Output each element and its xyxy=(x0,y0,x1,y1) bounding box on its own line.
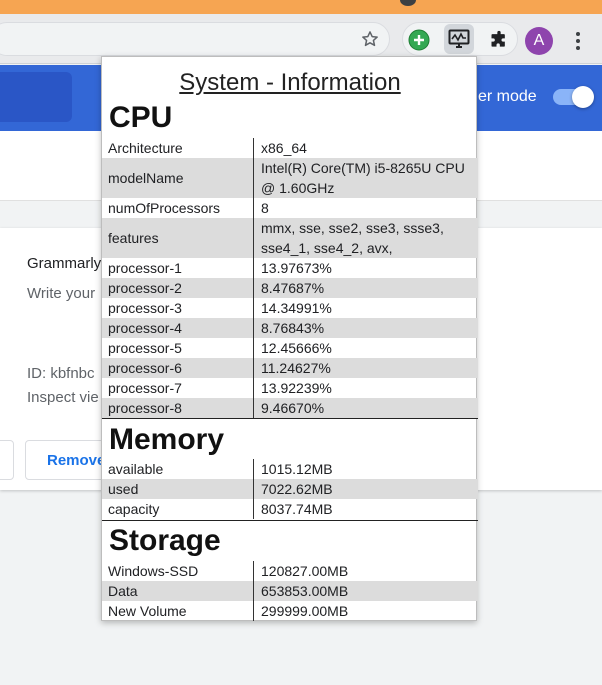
row-key: Windows-SSD xyxy=(102,561,254,581)
table-row: processor-8 9.46670% xyxy=(102,398,478,418)
extension-description: Write your xyxy=(27,285,96,302)
row-value: 299999.00MB xyxy=(261,603,349,619)
bookmark-star-icon[interactable] xyxy=(358,27,382,51)
row-value: 8 xyxy=(261,200,269,216)
row-key: New Volume xyxy=(102,601,254,621)
row-value: x86_64 xyxy=(261,140,307,156)
storage-heading: Storage xyxy=(109,524,221,557)
row-value: 13.92239% xyxy=(261,380,332,396)
table-row: processor-2 8.47687% xyxy=(102,278,478,298)
row-value: mmx, sse, sse2, sse3, ssse3, sse4_1, sse… xyxy=(261,220,444,256)
table-row: processor-7 13.92239% xyxy=(102,378,478,398)
inspect-views[interactable]: Inspect vie xyxy=(27,389,99,406)
system-info-popup: System - Information CPU Architecture x86… xyxy=(101,56,478,621)
row-value: 120827.00MB xyxy=(261,563,349,579)
row-key: capacity xyxy=(102,499,254,519)
memory-table: available 1015.12MB used 7022.62MB capacit… xyxy=(102,459,478,519)
table-row: features mmx, sse, sse2, sse3, ssse3, sse… xyxy=(102,218,478,258)
browser-menu-icon[interactable] xyxy=(568,28,588,54)
row-key: processor-5 xyxy=(102,338,254,358)
row-key: processor-6 xyxy=(102,358,254,378)
developer-mode-label: er mode xyxy=(478,88,537,105)
table-row: processor-1 13.97673% xyxy=(102,258,478,278)
address-bar[interactable] xyxy=(0,22,390,56)
window-control[interactable] xyxy=(400,0,416,6)
cpu-heading: CPU xyxy=(109,101,173,134)
profile-avatar[interactable]: A xyxy=(525,27,553,55)
row-key: numOfProcessors xyxy=(102,198,254,218)
row-value: 11.24627% xyxy=(261,360,331,376)
row-key: available xyxy=(102,459,254,479)
row-value: 14.34991% xyxy=(261,300,332,316)
table-row: Architecture x86_64 xyxy=(102,138,478,158)
row-key: modelName xyxy=(102,158,254,198)
table-row: processor-5 12.45666% xyxy=(102,338,478,358)
system-monitor-icon[interactable] xyxy=(444,24,474,54)
add-extension-icon[interactable] xyxy=(406,27,432,53)
row-key: Data xyxy=(102,581,254,601)
extension-name: Grammarly xyxy=(27,255,102,272)
table-row: processor-4 8.76843% xyxy=(102,318,478,338)
row-key: processor-4 xyxy=(102,318,254,338)
details-button[interactable] xyxy=(0,440,14,480)
toggle-knob[interactable] xyxy=(572,86,594,108)
popup-title: System - Information xyxy=(179,69,401,96)
table-row: processor-6 11.24627% xyxy=(102,358,478,378)
row-value: Intel(R) Core(TM) i5-8265U CPU @ 1.60GHz xyxy=(261,160,465,196)
cpu-table: Architecture x86_64 modelName Intel(R) Cor… xyxy=(102,138,478,418)
section-divider xyxy=(102,418,478,419)
row-key: processor-8 xyxy=(102,398,254,418)
row-value: 1015.12MB xyxy=(261,461,333,477)
table-row: processor-3 14.34991% xyxy=(102,298,478,318)
extension-id: ID: kbfnbc xyxy=(27,365,95,382)
row-value: 8037.74MB xyxy=(261,501,333,517)
table-row: numOfProcessors 8 xyxy=(102,198,478,218)
row-value: 9.46670% xyxy=(261,400,325,416)
search-field[interactable] xyxy=(0,72,72,122)
table-row: New Volume 299999.00MB xyxy=(102,601,478,621)
storage-table: Windows-SSD 120827.00MB Data 653853.00MB N… xyxy=(102,561,478,621)
row-value: 8.47687% xyxy=(261,280,325,296)
row-value: 7022.62MB xyxy=(261,481,333,497)
extensions-puzzle-icon[interactable] xyxy=(486,27,512,53)
section-divider xyxy=(102,520,478,521)
table-row: capacity 8037.74MB xyxy=(102,499,478,519)
table-row: modelName Intel(R) Core(TM) i5-8265U CPU … xyxy=(102,158,478,198)
table-row: used 7022.62MB xyxy=(102,479,478,499)
table-row: Windows-SSD 120827.00MB xyxy=(102,561,478,581)
row-key: Architecture xyxy=(102,138,254,158)
row-key: processor-7 xyxy=(102,378,254,398)
row-value: 13.97673% xyxy=(261,260,332,276)
table-row: available 1015.12MB xyxy=(102,459,478,479)
row-value: 8.76843% xyxy=(261,320,325,336)
row-key: processor-2 xyxy=(102,278,254,298)
row-key: processor-1 xyxy=(102,258,254,278)
row-value: 12.45666% xyxy=(261,340,332,356)
window-top-strip xyxy=(0,0,602,14)
memory-heading: Memory xyxy=(109,423,225,456)
row-key: used xyxy=(102,479,254,499)
table-row: Data 653853.00MB xyxy=(102,581,478,601)
row-key: processor-3 xyxy=(102,298,254,318)
row-value: 653853.00MB xyxy=(261,583,349,599)
row-key: features xyxy=(102,218,254,258)
